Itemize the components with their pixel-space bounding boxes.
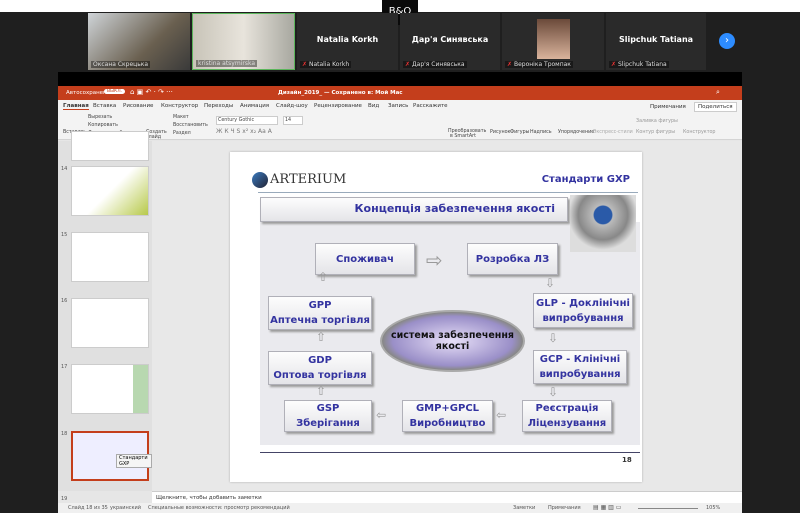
powerpoint-window: Автосохранение ВЫКЛ. ⌂ ▣ ↶ · ↷ ··· Дизай…: [58, 86, 742, 513]
participant-tile[interactable]: Slipchuk Tatiana ✗ Slipchuk Tatiana: [606, 13, 706, 70]
arrow-left-icon: ⇦: [496, 408, 507, 422]
tab-transitions[interactable]: Переходы: [204, 103, 233, 109]
tooltip: Стандарти GXP: [116, 454, 152, 468]
arterium-logo-icon: [252, 172, 268, 188]
slide-thumbnail[interactable]: [71, 166, 149, 216]
arrow-right-icon: ⇨: [426, 248, 443, 272]
comments-status-button[interactable]: Примечания: [548, 505, 581, 511]
quality-people-image: [570, 195, 636, 252]
slide-thumbnail[interactable]: [71, 131, 149, 161]
ribbon-tabs: Главная Вставка Рисование Конструктор Пе…: [58, 100, 742, 112]
zoom-level[interactable]: 105%: [706, 505, 720, 511]
slide-thumbnails[interactable]: 14 15 16 17 18 Стандарти GXP 19: [58, 131, 152, 502]
document-title[interactable]: Дизайн_2019_ — Сохранено в: Мой Mac: [278, 90, 403, 96]
center-ellipse: система забезпечення якості: [380, 310, 525, 372]
arrow-down-icon: ⇩: [548, 385, 559, 399]
shape-fill-button[interactable]: Заливка фигуры: [636, 119, 678, 124]
tab-view[interactable]: Вид: [368, 103, 379, 109]
divider: [258, 192, 638, 193]
arrow-up-icon: ⇧: [318, 270, 329, 284]
slide-thumbnail[interactable]: [71, 232, 149, 282]
arrow-down-icon: ⇩: [545, 276, 556, 290]
mic-muted-icon: ✗: [507, 61, 513, 68]
arrow-left-icon: ⇦: [376, 408, 387, 422]
notes-button[interactable]: Заметки: [513, 505, 535, 511]
format-icons[interactable]: Ж К Ч ­S x² x₂ Aa A: [216, 128, 272, 135]
shape-outline-button[interactable]: Контур фигуры: [636, 130, 675, 135]
smartart-button[interactable]: Преобразовать в SmartArt: [448, 129, 486, 139]
search-icon[interactable]: ⌕: [716, 88, 720, 97]
status-bar: Слайд 18 из 35 украинский Специальные во…: [58, 503, 742, 513]
arrow-down-icon: ⇩: [548, 331, 559, 345]
notes-field[interactable]: Щелкните, чтобы добавить заметки: [152, 491, 742, 503]
box-gpp: GPP Аптечна торгівля: [268, 296, 372, 330]
slide-thumbnail[interactable]: [71, 364, 149, 414]
zoom-slider[interactable]: [638, 508, 698, 509]
arrow-up-icon: ⇧: [316, 384, 327, 398]
page-number: 18: [622, 456, 632, 464]
mic-muted-icon: ✗: [405, 61, 411, 68]
comments-button[interactable]: Примечания: [650, 104, 686, 110]
arrow-up-icon: ⇧: [316, 330, 327, 344]
tab-animations[interactable]: Анимация: [240, 103, 269, 109]
title-bar: Автосохранение ВЫКЛ. ⌂ ▣ ↶ · ↷ ··· Дизай…: [58, 86, 742, 100]
picture-button[interactable]: Рисунок: [490, 130, 510, 135]
tab-design[interactable]: Конструктор: [161, 103, 198, 109]
view-buttons[interactable]: ▤ ▦ ▥ ▭: [593, 504, 621, 511]
layout-button[interactable]: Макет: [173, 115, 189, 120]
mic-muted-icon: ✗: [611, 61, 617, 68]
participant-tile-active[interactable]: kristina atsymirska: [192, 13, 295, 70]
chevron-right-icon: ›: [725, 35, 729, 46]
tab-review[interactable]: Рецензирование: [314, 103, 362, 109]
divider: [260, 452, 640, 453]
shapes-button[interactable]: Фигуры: [510, 130, 529, 135]
box-gdp: GDP Оптова торгівля: [268, 351, 372, 385]
box-gcp: GCP - Клінічні випробування: [533, 350, 627, 384]
next-participants-button[interactable]: ›: [719, 33, 735, 49]
box-consumer: Споживач: [315, 243, 415, 275]
box-gmp: GMP+GPCL Виробництво: [402, 400, 493, 432]
accessibility-status[interactable]: Специальные возможности: просмотр рекоме…: [148, 505, 290, 511]
participant-tile[interactable]: ✗ Вероніка Тромпак: [502, 13, 604, 70]
participant-tile[interactable]: Дар'я Синявська ✗ Дар'я Синявська: [400, 13, 500, 70]
designer-button[interactable]: Конструктор: [683, 130, 715, 135]
box-registration: Реєстрація Ліцензування: [522, 400, 612, 432]
participant-tile[interactable]: Natalia Korkh ✗ Natalia Korkh: [297, 13, 398, 70]
box-glp: GLP - Доклінічні випробування: [533, 293, 633, 328]
box-development: Розробка ЛЗ: [467, 243, 558, 275]
participant-tile[interactable]: Оксана Скрецька: [88, 13, 190, 70]
slide[interactable]: ARTERIUM Стандарти GXP Концепція забезпе…: [230, 152, 642, 482]
tab-slideshow[interactable]: Слайд-шоу: [276, 103, 308, 109]
tab-record[interactable]: Запись: [388, 103, 408, 109]
font-size-select[interactable]: 14: [283, 116, 303, 125]
cut-button[interactable]: Вырезать: [88, 115, 112, 120]
arterium-logo: ARTERIUM: [270, 172, 347, 187]
ribbon: Вставить Вырезать Копировать Формат по о…: [58, 112, 742, 140]
box-gsp: GSP Зберігання: [284, 400, 372, 432]
section-button[interactable]: Раздел: [173, 131, 191, 136]
mic-muted-icon: ✗: [302, 61, 308, 68]
share-button[interactable]: Поделиться: [694, 102, 737, 112]
slide-header: Стандарти GXP: [541, 174, 630, 185]
textbox-button[interactable]: Надпись: [530, 130, 552, 135]
slide-title: Концепція забезпечення якості: [260, 197, 568, 222]
reset-button[interactable]: Восстановить: [173, 123, 208, 128]
autosave-toggle[interactable]: ВЫКЛ.: [104, 89, 126, 94]
slide-thumbnail[interactable]: [71, 298, 149, 348]
copy-button[interactable]: Копировать: [88, 123, 118, 128]
quick-access-icons[interactable]: ⌂ ▣ ↶ · ↷ ···: [130, 88, 173, 96]
font-select[interactable]: Century Gothic: [216, 116, 278, 125]
arrange-button[interactable]: Упорядочение: [558, 130, 594, 135]
tab-insert[interactable]: Вставка: [93, 103, 116, 109]
quick-styles-button[interactable]: Экспресс-стили: [593, 130, 633, 135]
tab-draw[interactable]: Рисование: [123, 103, 153, 109]
tab-tell-me[interactable]: Расскажите: [413, 103, 448, 109]
participant-photo: [537, 19, 570, 59]
share-bar: [58, 72, 742, 86]
new-slide-button[interactable]: Создать слайд: [146, 130, 167, 140]
tab-home[interactable]: Главная: [63, 103, 89, 110]
